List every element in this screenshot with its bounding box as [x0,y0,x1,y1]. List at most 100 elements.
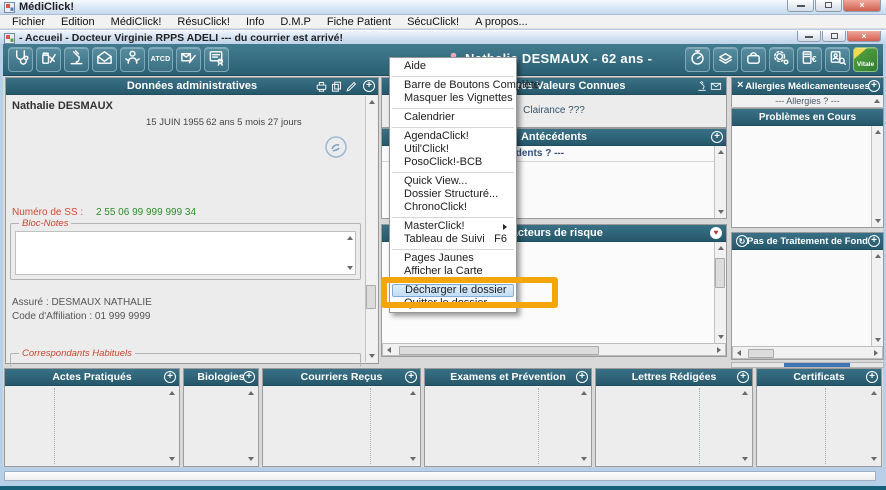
scroll-down-icon[interactable] [875,219,881,226]
scroll-down-icon[interactable] [581,457,587,464]
biologies-list[interactable] [184,386,258,466]
allergies-header[interactable]: × Allergies Médicamenteuses + [732,78,883,95]
courriers-list[interactable] [263,386,420,466]
envelope-small-icon[interactable] [710,80,722,95]
menu-item-masterclick[interactable]: MasterClick! [390,220,516,233]
scroll-up-icon[interactable] [875,251,881,258]
facteurs-hscrollbar[interactable] [382,343,726,356]
menu-item-dossier-structure[interactable]: Dossier Structuré... [390,188,516,201]
restore-button[interactable] [815,0,842,12]
scroll-up-icon[interactable] [718,243,724,250]
print-icon[interactable] [315,80,328,95]
blocnotes-scroll-up-icon[interactable] [347,233,353,240]
scanner-button[interactable] [713,47,738,72]
menu-item-agendaclick[interactable]: AgendaClick! [390,130,516,143]
carte-vitale-button[interactable]: Vitale [853,47,878,72]
scroll-down-icon[interactable] [369,354,375,361]
edit-pen-icon[interactable] [345,80,358,95]
lettres-list[interactable] [596,386,752,466]
add-certificat-icon[interactable]: + [866,371,878,383]
antecedents-scrollbar[interactable] [714,146,726,218]
scroll-up-icon[interactable] [169,388,175,395]
menu-resuclick[interactable]: RésuClick! [169,15,238,29]
menu-item-barre-boutons[interactable]: Barre de Boutons Complète [390,79,516,92]
scroll-down-icon[interactable] [871,457,877,464]
add-allergy-icon[interactable]: + [868,80,880,92]
menu-item-quick-view[interactable]: Quick View... [390,175,516,188]
admin-scrollbar[interactable] [365,96,377,362]
timer-button[interactable] [685,47,710,72]
scroll-down-icon[interactable] [410,457,416,464]
biology-button[interactable] [64,47,89,72]
menu-info[interactable]: Info [238,15,272,29]
donnees-administratives-header[interactable]: Données administratives + [6,78,378,95]
column-hscroll-thumb[interactable] [784,363,850,367]
settings-button[interactable] [769,47,794,72]
doc-minimize-button[interactable] [797,31,821,42]
problemes-list[interactable] [732,126,883,227]
biologies-header[interactable]: Biologies+ [184,369,258,386]
admin-scroll-thumb[interactable] [366,285,376,309]
consultation-button[interactable] [8,47,33,72]
traitement-hscroll-thumb[interactable] [748,349,774,358]
menu-secuclick[interactable]: SécuClick! [399,15,467,29]
billing-calculator-button[interactable]: € [797,47,822,72]
scroll-down-icon[interactable] [169,457,175,464]
scroll-down-icon[interactable] [718,335,724,342]
antecedents-button[interactable]: ATCD [148,47,173,72]
add-examen-icon[interactable]: + [576,371,588,383]
certificat-button[interactable] [204,47,229,72]
scroll-right-icon[interactable] [874,350,881,356]
menu-fichier[interactable]: Fichier [4,15,53,29]
add-acte-icon[interactable]: + [164,371,176,383]
scroll-up-icon[interactable] [875,127,881,134]
actes-list[interactable] [5,386,179,466]
scroll-left-icon[interactable] [384,347,391,353]
microscope-small-icon[interactable] [696,80,708,95]
menu-a-propos[interactable]: A propos... [467,15,536,29]
traitement-scrollbar[interactable] [871,250,883,346]
hand-touch-icon[interactable] [324,135,348,164]
prescription-button[interactable] [36,47,61,72]
scroll-up-icon[interactable] [874,96,880,103]
add-treatment-icon[interactable]: + [868,235,880,247]
problemes-header[interactable]: Problèmes en Cours [732,109,883,126]
blocnotes-scroll-down-icon[interactable] [347,266,353,273]
menu-item-chronoclick[interactable]: ChronoClick! [390,201,516,214]
scroll-down-icon[interactable] [718,210,724,217]
menu-item-posoclick[interactable]: PosoClick!-BCB [390,156,516,169]
traitement-hscrollbar[interactable] [732,346,883,359]
heart-risk-icon[interactable]: ♥ [710,227,722,239]
scroll-up-icon[interactable] [369,97,375,104]
traitement-fond-header[interactable]: ↻ Pas de Traitement de Fond + [732,233,883,250]
problemes-scrollbar[interactable] [871,126,883,227]
add-antecedent-icon[interactable]: + [711,131,723,143]
close-allergies-icon[interactable]: × [737,79,743,91]
scroll-down-icon[interactable] [248,457,254,464]
menu-item-calendrier[interactable]: Calendrier [390,111,516,124]
facteurs-hscroll-thumb[interactable] [399,346,599,355]
lettres-redigees-header[interactable]: Lettres Rédigées+ [596,369,752,386]
menu-item-aide[interactable]: Aide [390,60,516,73]
menu-item-pages-jaunes[interactable]: Pages Jaunes [390,252,516,265]
certificats-list[interactable] [757,386,881,466]
menu-item-masquer-vignettes[interactable]: Masquer les Vignettes [390,92,516,105]
doc-maximize-button[interactable] [822,31,846,42]
doc-close-button[interactable]: × [847,31,881,42]
camera-bag-button[interactable] [741,47,766,72]
minimize-button[interactable] [787,0,814,12]
scroll-up-icon[interactable] [410,388,416,395]
menu-edition[interactable]: Edition [53,15,103,29]
certificats-header[interactable]: Certificats+ [757,369,881,386]
traitement-list[interactable] [732,250,883,346]
courrier-button[interactable] [92,47,117,72]
menu-mediclick[interactable]: MédiClick! [103,15,170,29]
menu-item-tableau-suivi[interactable]: Tableau de SuiviF6 [390,233,516,246]
menu-dmp[interactable]: D.M.P [272,15,319,29]
scroll-up-icon[interactable] [581,388,587,395]
mail-write-button[interactable] [176,47,201,72]
scroll-up-icon[interactable] [718,147,724,154]
bloc-notes-textarea[interactable] [15,231,356,275]
scroll-up-icon[interactable] [248,388,254,395]
scroll-up-icon[interactable] [742,388,748,395]
